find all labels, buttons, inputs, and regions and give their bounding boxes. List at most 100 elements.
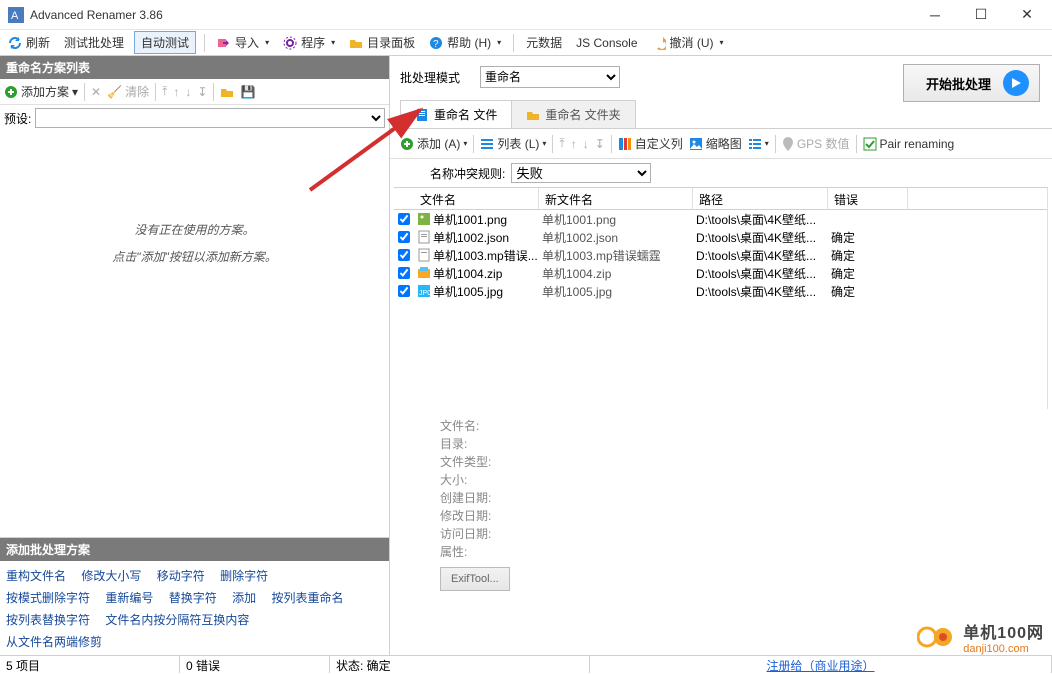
autotest-menu[interactable]: 自动测试 xyxy=(134,31,196,54)
close-button[interactable]: ✕ xyxy=(1004,0,1050,30)
gear-icon xyxy=(283,36,297,50)
menubar: 刷新 测试批处理 自动测试 导入▾ 程序▾ 目录面板 ?帮助 (H)▾ 元数据 … xyxy=(0,30,1052,56)
refresh-menu[interactable]: 刷新 xyxy=(4,32,54,53)
row-checkbox[interactable] xyxy=(398,213,410,225)
table-row[interactable]: 单机1004.zip单机1004.zipD:\tools\桌面\4K壁纸...确… xyxy=(394,264,1047,282)
links-row: 重构文件名 修改大小写 移动字符 删除字符 xyxy=(6,565,383,587)
move-up-button[interactable]: ↑ xyxy=(571,137,577,151)
row-checkbox[interactable] xyxy=(398,249,410,261)
app-icon: A xyxy=(8,7,24,23)
conflict-label: 名称冲突规则: xyxy=(430,165,505,182)
pin-icon xyxy=(782,137,794,151)
help-menu[interactable]: ?帮助 (H)▾ xyxy=(425,32,505,53)
files-table: 文件名 新文件名 路径 错误 单机1001.png单机1001.pngD:\to… xyxy=(394,187,1048,409)
custom-columns-button[interactable]: 自定义列 xyxy=(618,135,683,152)
add-method-button[interactable]: 添加方案▾ xyxy=(4,83,78,100)
add-batch-panel: 添加批处理方案 重构文件名 修改大小写 移动字符 删除字符 按模式删除字符 重新… xyxy=(0,537,389,657)
method-link[interactable]: 修改大小写 xyxy=(81,565,141,587)
folder-icon xyxy=(220,85,234,99)
mode-select[interactable]: 重命名 xyxy=(480,66,620,88)
folder-panel-menu[interactable]: 目录面板 xyxy=(345,32,419,53)
method-link[interactable]: 重新编号 xyxy=(105,587,153,609)
separator xyxy=(775,135,776,153)
left-panel: 重命名方案列表 添加方案▾ ✕ 🧹清除 ⤒ ↑ ↓ ↧ 💾 预设: 没有正在使用… xyxy=(0,56,390,657)
list-icon xyxy=(480,137,494,151)
row-checkbox[interactable] xyxy=(398,231,410,243)
method-link[interactable]: 从文件名两端修剪 xyxy=(6,631,102,653)
mode-label: 批处理模式 xyxy=(400,69,460,86)
import-icon xyxy=(217,36,231,50)
add-files-button[interactable]: 添加 (A)▾ xyxy=(400,135,467,152)
plus-icon xyxy=(4,85,18,99)
method-link[interactable]: 删除字符 xyxy=(220,565,268,587)
move-bottom-button[interactable]: ↧ xyxy=(197,85,207,99)
empty-methods-message: 没有正在使用的方案。 点击"添加"按钮以添加新方案。 xyxy=(0,131,389,537)
metadata-menu[interactable]: 元数据 xyxy=(522,32,566,53)
conflict-select[interactable]: 失败 xyxy=(511,163,651,183)
row-checkbox[interactable] xyxy=(398,285,410,297)
col-path[interactable]: 路径 xyxy=(693,188,828,209)
check-icon xyxy=(863,137,877,151)
program-menu[interactable]: 程序▾ xyxy=(279,32,339,53)
separator xyxy=(552,135,553,153)
jsconsole-menu[interactable]: JS Console xyxy=(572,34,641,52)
file-details: 文件名: 目录: 文件类型: 大小: 创建日期: 修改日期: 访问日期: 属性:… xyxy=(390,409,1052,599)
move-down-button[interactable]: ↓ xyxy=(185,85,191,99)
table-row[interactable]: JPG单机1005.jpg单机1005.jpgD:\tools\桌面\4K壁纸.… xyxy=(394,282,1047,300)
col-filename[interactable]: 文件名 xyxy=(414,188,539,209)
thumbnail-button[interactable]: 缩略图 xyxy=(689,135,742,152)
table-row[interactable]: 单机1002.json单机1002.jsonD:\tools\桌面\4K壁纸..… xyxy=(394,228,1047,246)
col-newname[interactable]: 新文件名 xyxy=(539,188,693,209)
table-row[interactable]: 单机1001.png单机1001.pngD:\tools\桌面\4K壁纸... xyxy=(394,210,1047,228)
separator xyxy=(204,34,205,52)
move-down-button[interactable]: ↓ xyxy=(583,137,589,151)
gps-button[interactable]: GPS 数值 xyxy=(782,135,850,152)
pair-renaming-button[interactable]: Pair renaming xyxy=(863,137,955,151)
folder-icon xyxy=(349,36,363,50)
move-top-button[interactable]: ⤒ xyxy=(559,136,564,151)
separator xyxy=(611,135,612,153)
import-menu[interactable]: 导入▾ xyxy=(213,32,273,53)
start-batch-button[interactable]: 开始批处理 xyxy=(903,64,1040,102)
method-link[interactable]: 按列表重命名 xyxy=(271,587,343,609)
list-menu-button[interactable]: 列表 (L)▾ xyxy=(480,135,546,152)
separator xyxy=(856,135,857,153)
test-batch-menu[interactable]: 测试批处理 xyxy=(60,32,128,53)
method-link[interactable]: 替换字符 xyxy=(169,587,217,609)
exiftool-button[interactable]: ExifTool... xyxy=(440,567,510,591)
table-row[interactable]: 单机1003.mp错误...单机1003.mp错误蠕霆D:\tools\桌面\4… xyxy=(394,246,1047,264)
col-error[interactable]: 错误 xyxy=(828,188,908,209)
status-state: 状态: 确定 xyxy=(330,656,590,673)
move-bottom-button[interactable]: ↧ xyxy=(595,137,605,151)
tab-files[interactable]: 重命名 文件 xyxy=(400,100,512,128)
file-icon xyxy=(415,108,429,122)
columns-icon xyxy=(618,137,632,151)
save-preset-button[interactable]: 💾 xyxy=(240,85,255,99)
method-link[interactable]: 移动字符 xyxy=(157,565,205,587)
display-options-button[interactable]: ▾ xyxy=(748,137,769,151)
method-link[interactable]: 添加 xyxy=(232,587,256,609)
method-link[interactable]: 文件名内按分隔符互换内容 xyxy=(105,609,249,631)
plus-icon xyxy=(400,137,414,151)
move-top-button[interactable]: ⤒ xyxy=(162,84,167,99)
preset-label: 预设: xyxy=(4,110,31,127)
register-link[interactable]: 注册给（商业用途） xyxy=(766,659,874,673)
preset-select[interactable] xyxy=(35,108,385,128)
method-link[interactable]: 按列表替换字符 xyxy=(6,609,90,631)
delete-method-button[interactable]: ✕ xyxy=(91,85,101,99)
row-checkbox[interactable] xyxy=(398,267,410,279)
maximize-button[interactable]: ☐ xyxy=(958,0,1004,30)
separator xyxy=(213,83,214,101)
play-icon xyxy=(1003,70,1029,96)
clear-methods-button[interactable]: 🧹清除 xyxy=(107,83,149,100)
method-link[interactable]: 按模式删除字符 xyxy=(6,587,90,609)
undo-menu[interactable]: 撤消 (U)▾ xyxy=(648,32,728,53)
tab-folders[interactable]: 重命名 文件夹 xyxy=(511,100,635,128)
minimize-button[interactable]: ─ xyxy=(912,0,958,30)
separator xyxy=(473,135,474,153)
method-link[interactable]: 重构文件名 xyxy=(6,565,66,587)
main-area: 重命名方案列表 添加方案▾ ✕ 🧹清除 ⤒ ↑ ↓ ↧ 💾 预设: 没有正在使用… xyxy=(0,56,1052,657)
open-preset-button[interactable] xyxy=(220,85,234,99)
svg-text:JPG: JPG xyxy=(419,290,431,297)
move-up-button[interactable]: ↑ xyxy=(173,85,179,99)
